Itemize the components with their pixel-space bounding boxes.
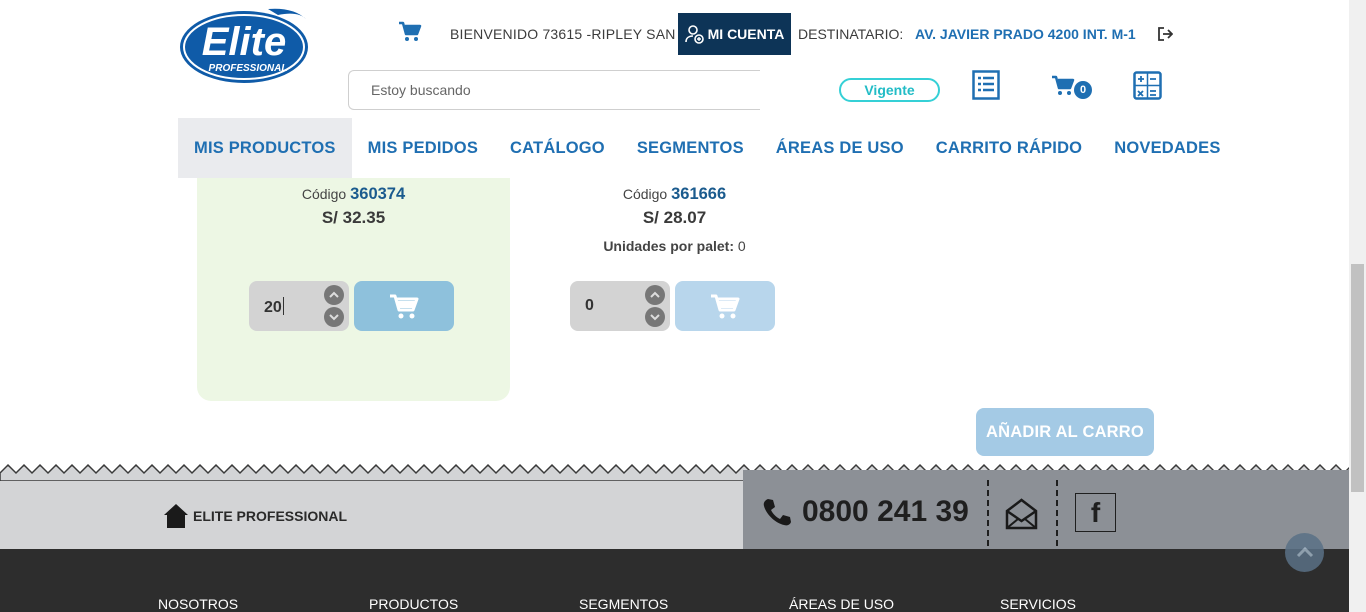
chevron-down-icon — [650, 314, 660, 321]
quantity-input[interactable]: 0 — [585, 297, 594, 315]
footer-link-nosotros[interactable]: NOSOTROS — [158, 596, 238, 612]
product-code: Código 361666 — [518, 185, 831, 204]
decrement-button[interactable] — [645, 307, 665, 327]
search-input[interactable] — [348, 70, 760, 110]
cart-icon — [1052, 75, 1075, 95]
nav-catalogo[interactable]: CATÁLOGO — [494, 118, 621, 178]
add-to-cart-button[interactable]: AÑADIR AL CARRO — [976, 408, 1154, 456]
decrement-button[interactable] — [324, 307, 344, 327]
nav-areas-de-uso[interactable]: ÁREAS DE USO — [760, 118, 920, 178]
quantity-stepper[interactable]: 0 — [570, 281, 670, 331]
main-nav: MIS PRODUCTOS MIS PEDIDOS CATÁLOGO SEGME… — [178, 118, 1237, 178]
elite-logo[interactable]: Elite PROFESSIONAL — [178, 5, 311, 84]
cart-icon[interactable] — [398, 19, 422, 43]
cart-counter[interactable]: 0 — [1051, 73, 1095, 101]
status-badge: Vigente — [839, 78, 940, 102]
destinatario-value[interactable]: AV. JAVIER PRADO 4200 INT. M-1 — [915, 26, 1136, 42]
chevron-up-icon — [1296, 546, 1313, 557]
user-icon — [684, 25, 704, 44]
phone-number[interactable]: 0800 241 39 — [802, 495, 969, 529]
chevron-up-icon — [650, 291, 660, 298]
nav-mis-pedidos[interactable]: MIS PEDIDOS — [352, 118, 494, 178]
divider — [1056, 480, 1058, 546]
cart-icon — [711, 294, 740, 319]
scrollbar-thumb[interactable] — [1351, 264, 1364, 492]
code-value: 361666 — [671, 185, 727, 203]
code-value: 360374 — [350, 185, 406, 203]
footer-link-segmentos[interactable]: SEGMENTOS — [579, 596, 668, 612]
page-scrollbar[interactable] — [1349, 0, 1366, 612]
footer-link-productos[interactable]: PRODUCTOS — [369, 596, 458, 612]
facebook-icon[interactable]: f — [1075, 493, 1116, 532]
calculator-icon[interactable] — [1133, 71, 1162, 100]
logo-subtext: PROFESSIONAL — [209, 63, 288, 74]
cart-icon — [390, 294, 419, 319]
phone-icon — [762, 497, 792, 527]
list-icon[interactable] — [972, 70, 1000, 100]
scroll-to-top-button[interactable] — [1285, 533, 1324, 572]
product-price: S/ 32.35 — [321, 208, 386, 227]
divider — [987, 480, 989, 546]
add-product-button[interactable] — [354, 281, 454, 331]
my-account-label: MI CUENTA — [707, 26, 785, 42]
nav-segmentos[interactable]: SEGMENTOS — [621, 118, 760, 178]
add-product-button[interactable] — [675, 281, 775, 331]
increment-button[interactable] — [645, 285, 665, 305]
cart-count-badge: 0 — [1074, 81, 1092, 99]
nav-novedades[interactable]: NOVEDADES — [1098, 118, 1236, 178]
nav-carrito-rapido[interactable]: CARRITO RÁPIDO — [920, 118, 1098, 178]
my-account-button[interactable]: MI CUENTA — [678, 13, 791, 55]
units-per-pallet: Unidades por palet: 0 — [518, 238, 831, 254]
quantity-input[interactable]: 20 — [264, 297, 284, 317]
chevron-down-icon — [329, 314, 339, 321]
chevron-up-icon — [329, 291, 339, 298]
welcome-text: BIENVENIDO 73615 -RIPLEY SAN — [450, 26, 676, 42]
units-label: Unidades por palet: — [603, 238, 734, 254]
product-price: S/ 28.07 — [642, 208, 707, 227]
nav-mis-productos[interactable]: MIS PRODUCTOS — [178, 118, 352, 178]
product-code: Código 360374 — [197, 185, 510, 204]
footer-link-areas-de-uso[interactable]: ÁREAS DE USO — [789, 596, 894, 612]
logout-icon[interactable] — [1157, 26, 1174, 42]
units-value: 0 — [737, 238, 746, 254]
logo-text: Elite — [202, 20, 286, 64]
footer-brand[interactable]: ELITE PROFESSIONAL — [193, 508, 347, 524]
code-label: Código — [622, 186, 668, 202]
footer-link-servicios[interactable]: SERVICIOS — [1000, 596, 1076, 612]
increment-button[interactable] — [324, 285, 344, 305]
destinatario-label: DESTINATARIO: — [798, 26, 904, 42]
mail-icon[interactable] — [1005, 497, 1038, 530]
quantity-stepper[interactable]: 20 — [249, 281, 349, 331]
code-label: Código — [301, 186, 347, 202]
page: Elite PROFESSIONAL BIENVENIDO 73615 -RIP… — [0, 0, 1366, 612]
home-icon[interactable] — [163, 503, 189, 529]
